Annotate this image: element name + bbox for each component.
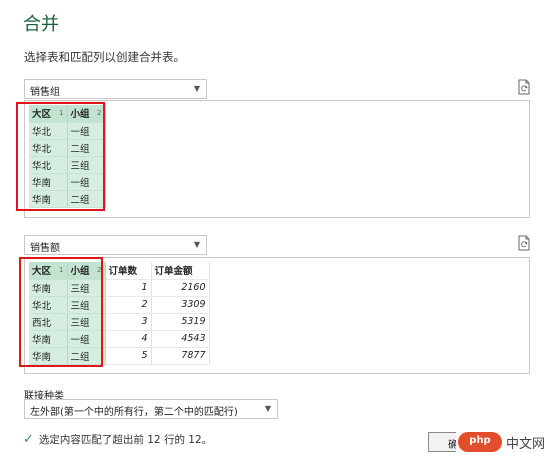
table-cell: 华北 [29,139,68,157]
column-index: 2 [97,109,102,117]
table-cell: 华南 [29,279,68,297]
file-refresh-icon[interactable] [517,235,531,251]
table-cell: 5 [105,347,152,365]
table-cell: 华南 [29,190,68,208]
chevron-down-icon: ▼ [193,84,200,93]
table1-select[interactable]: 销售组 ▼ [24,79,207,99]
table-cell: 4543 [151,330,210,348]
table2-preview: 大区 1 小组 2 订单数 订单金额 华南 三组 1 2160 华北 三组 2 … [24,257,530,374]
table2-header-row: 大区 1 小组 2 订单数 订单金额 [29,262,210,280]
table2-select[interactable]: 销售额 ▼ [24,235,207,255]
table-cell: 华北 [29,296,68,314]
table1-select-value: 销售组 [30,87,60,98]
dialog-title: 合并 [23,14,59,35]
table-cell: 2160 [151,279,210,297]
table-cell: 三组 [67,296,106,314]
file-refresh-icon[interactable] [517,79,531,95]
column-index: 1 [59,109,64,117]
table-cell: 7877 [151,347,210,365]
join-kind-select[interactable]: 左外部(第一个中的所有行，第二个中的匹配行) ▼ [24,399,278,419]
table2-column-header[interactable]: 订单数 [105,262,152,280]
table-row: 华北 三组 2 3309 [29,296,210,314]
match-status-text: 选定内容匹配了超出前 12 行的 12。 [38,434,213,446]
table-cell: 一组 [67,330,106,348]
table-cell: 3 [105,313,152,331]
table-row: 华南 二组 5 7877 [29,347,210,365]
table-cell: 三组 [67,279,106,297]
chevron-down-icon: ▼ [264,404,271,413]
table-row: 华南 二组 [29,190,106,208]
table-cell: 华南 [29,330,68,348]
table1-grid: 大区 1 小组 2 华北 一组 华北 二组 华北 三组 华南 一组 华南 二组 [29,105,106,208]
table-cell: 华北 [29,156,68,174]
table-cell: 华北 [29,122,68,140]
column-index: 2 [97,266,102,274]
dialog-subtitle: 选择表和匹配列以创建合并表。 [24,50,185,64]
table-cell: 1 [105,279,152,297]
table2-column-header[interactable]: 订单金额 [151,262,210,280]
check-icon: ✓ [23,432,34,447]
watermark: php 中文网 [456,428,552,456]
table-cell: 华南 [29,347,68,365]
table-row: 华南 一组 [29,173,106,191]
table-cell: 4 [105,330,152,348]
table2-grid: 大区 1 小组 2 订单数 订单金额 华南 三组 1 2160 华北 三组 2 … [29,262,210,365]
table-row: 华北 三组 [29,156,106,174]
table2-column-header[interactable]: 大区 1 [29,262,68,280]
table-cell: 5319 [151,313,210,331]
table-cell: 二组 [67,139,106,157]
table-row: 华北 二组 [29,139,106,157]
table-cell: 二组 [67,190,106,208]
table-row: 华南 一组 4 4543 [29,330,210,348]
table2-select-value: 销售额 [30,243,60,254]
table1-preview: 大区 1 小组 2 华北 一组 华北 二组 华北 三组 华南 一组 华南 二组 [24,100,530,218]
match-status: ✓ 选定内容匹配了超出前 12 行的 12。 [23,432,212,447]
table-cell: 3309 [151,296,210,314]
column-index: 1 [59,266,64,274]
join-kind-value: 左外部(第一个中的所有行，第二个中的匹配行) [30,407,238,418]
chevron-down-icon: ▼ [193,240,200,249]
php-logo: php [458,432,502,452]
table-cell: 一组 [67,122,106,140]
table-row: 华北 一组 [29,122,106,140]
table1-header-row: 大区 1 小组 2 [29,105,106,123]
table-row: 华南 三组 1 2160 [29,279,210,297]
table1-column-header[interactable]: 大区 1 [29,105,68,123]
table-row: 西北 三组 3 5319 [29,313,210,331]
table-cell: 2 [105,296,152,314]
table-cell: 华南 [29,173,68,191]
table-cell: 三组 [67,156,106,174]
table-cell: 二组 [67,347,106,365]
table1-column-header[interactable]: 小组 2 [67,105,106,123]
table-cell: 西北 [29,313,68,331]
watermark-text: 中文网 [506,437,546,452]
table-cell: 三组 [67,313,106,331]
table-cell: 一组 [67,173,106,191]
table2-column-header[interactable]: 小组 2 [67,262,106,280]
